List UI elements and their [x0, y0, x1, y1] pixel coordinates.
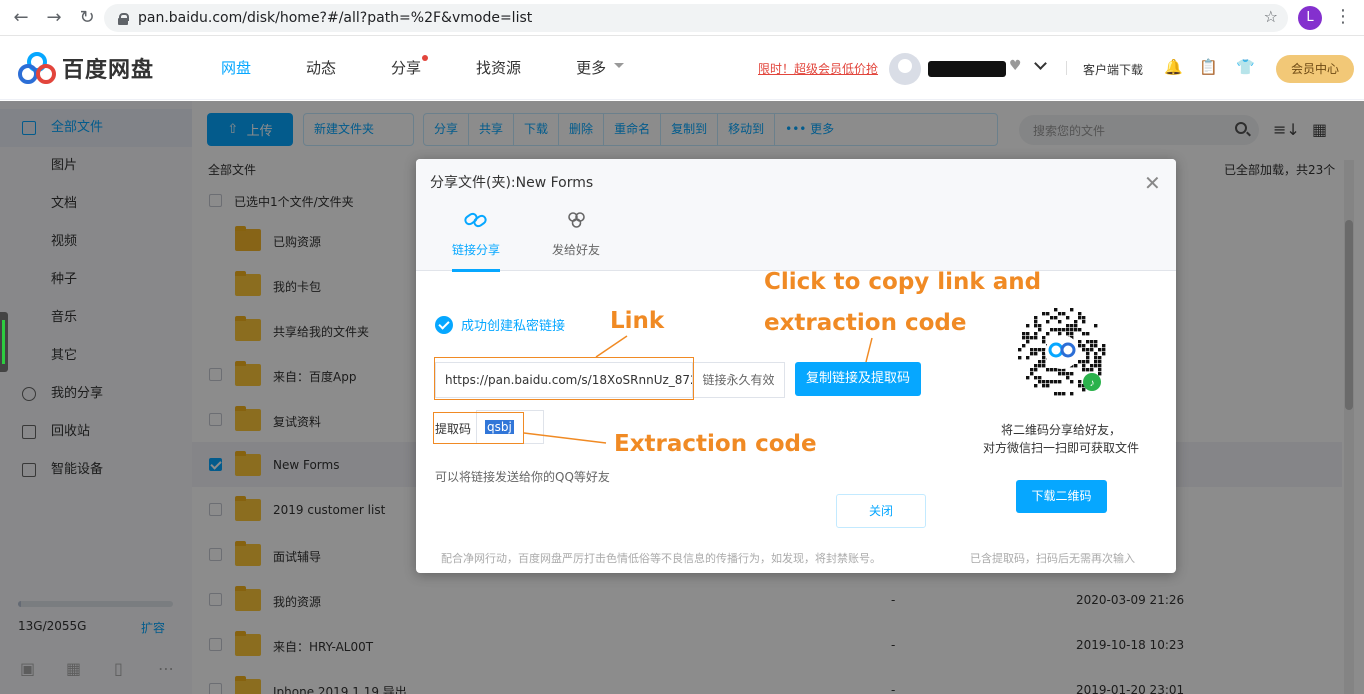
- link-highlight-box: [434, 357, 694, 400]
- tab-send-friends-label: 发给好友: [552, 243, 601, 257]
- code-highlight-box: [433, 412, 524, 444]
- back-icon[interactable]: ←: [8, 7, 34, 28]
- close-button[interactable]: 关闭: [836, 494, 926, 528]
- heart-badge-icon: ♥: [1009, 58, 1022, 74]
- share-hint: 可以将链接发送给你的QQ等好友: [435, 470, 610, 484]
- qr-caption: 将二维码分享给好友， 对方微信扫一扫即可获取文件: [976, 421, 1146, 457]
- annotation-copy-line1: Click to copy link and: [764, 269, 1042, 295]
- address-bar[interactable]: pan.baidu.com/disk/home?#/all?path=%2F&v…: [104, 4, 1288, 32]
- nav-netdisk[interactable]: 网盘: [221, 57, 251, 78]
- success-text: 成功创建私密链接: [461, 319, 566, 334]
- link-icon: [464, 212, 487, 228]
- nav-more[interactable]: 更多: [576, 57, 625, 78]
- download-qr-button[interactable]: 下载二维码: [1016, 480, 1107, 513]
- nav-share-label: 分享: [391, 59, 422, 77]
- dialog-header: 分享文件(夹):New Forms ✕ 链接分享 发给好友: [416, 159, 1176, 272]
- tab-link-share[interactable]: 链接分享: [452, 209, 501, 272]
- client-download-link[interactable]: 客户端下载: [1083, 61, 1143, 78]
- lock-icon: [118, 12, 129, 25]
- forward-icon[interactable]: →: [41, 7, 67, 28]
- dialog-footer-qr-note: 已含提取码，扫码后无需再次输入: [970, 552, 1135, 565]
- user-avatar[interactable]: [889, 53, 921, 85]
- clipboard-icon[interactable]: 📋: [1199, 58, 1218, 76]
- url-text[interactable]: pan.baidu.com/disk/home?#/all?path=%2F&v…: [138, 10, 532, 26]
- browser-toolbar: ← → ↻ pan.baidu.com/disk/home?#/all?path…: [0, 0, 1364, 36]
- nav-find-resources[interactable]: 找资源: [476, 57, 521, 78]
- qr-code: ♪: [1014, 304, 1110, 400]
- copy-link-code-button[interactable]: 复制链接及提取码: [795, 362, 921, 396]
- reload-icon[interactable]: ↻: [74, 7, 100, 28]
- tab-link-share-label: 链接分享: [452, 243, 501, 257]
- vip-center-button[interactable]: 会员中心: [1276, 55, 1354, 83]
- baidu-pan-logo[interactable]: 百度网盘: [18, 51, 154, 85]
- browser-menu-icon[interactable]: ⋮: [1334, 6, 1352, 27]
- divider: [1066, 61, 1067, 75]
- nav-share[interactable]: 分享: [391, 55, 429, 78]
- success-message: 成功创建私密链接: [435, 315, 565, 334]
- logo-text: 百度网盘: [62, 58, 155, 83]
- side-widget: [0, 312, 8, 372]
- friends-icon: [568, 212, 585, 228]
- qr-caption-line1: 将二维码分享给好友，: [1000, 423, 1121, 437]
- annotation-copy-line2: extraction code: [764, 310, 967, 336]
- notification-dot: [422, 55, 429, 61]
- app-header: 百度网盘 网盘 动态 分享 找资源 更多 限时！超级会员低价抢 ♥ 客户端下载 …: [0, 36, 1364, 100]
- check-circle-icon: [435, 315, 453, 334]
- cloud-logo-icon: [18, 52, 56, 84]
- tab-send-friends[interactable]: 发给好友: [552, 209, 600, 258]
- annotation-link: Link: [610, 308, 665, 334]
- dialog-footer-notice: 配合净网行动，百度网盘严厉打击色情低俗等不良信息的传播行为，如发现，将封禁账号。: [441, 552, 881, 565]
- caret-down-icon: [614, 63, 625, 73]
- profile-avatar[interactable]: L: [1298, 6, 1322, 30]
- dialog-title: 分享文件(夹):New Forms: [430, 175, 594, 191]
- close-icon[interactable]: ✕: [1144, 171, 1161, 195]
- link-validity[interactable]: 链接永久有效: [693, 362, 785, 398]
- wechat-icon: ♪: [1090, 378, 1095, 389]
- promo-link[interactable]: 限时！超级会员低价抢: [758, 60, 878, 77]
- qr-caption-line2: 对方微信扫一扫即可获取文件: [982, 441, 1139, 455]
- redacted-username: [928, 61, 1006, 77]
- chevron-down-icon[interactable]: [1034, 57, 1047, 70]
- nav-more-label: 更多: [576, 59, 607, 77]
- annotation-extraction-code: Extraction code: [614, 431, 817, 457]
- shirt-icon[interactable]: 👕: [1236, 58, 1255, 76]
- bookmark-star-icon[interactable]: ☆: [1264, 7, 1278, 26]
- top-nav: 网盘 动态 分享 找资源 更多: [221, 55, 661, 78]
- nav-activity[interactable]: 动态: [306, 57, 336, 78]
- bell-icon[interactable]: 🔔: [1164, 58, 1183, 76]
